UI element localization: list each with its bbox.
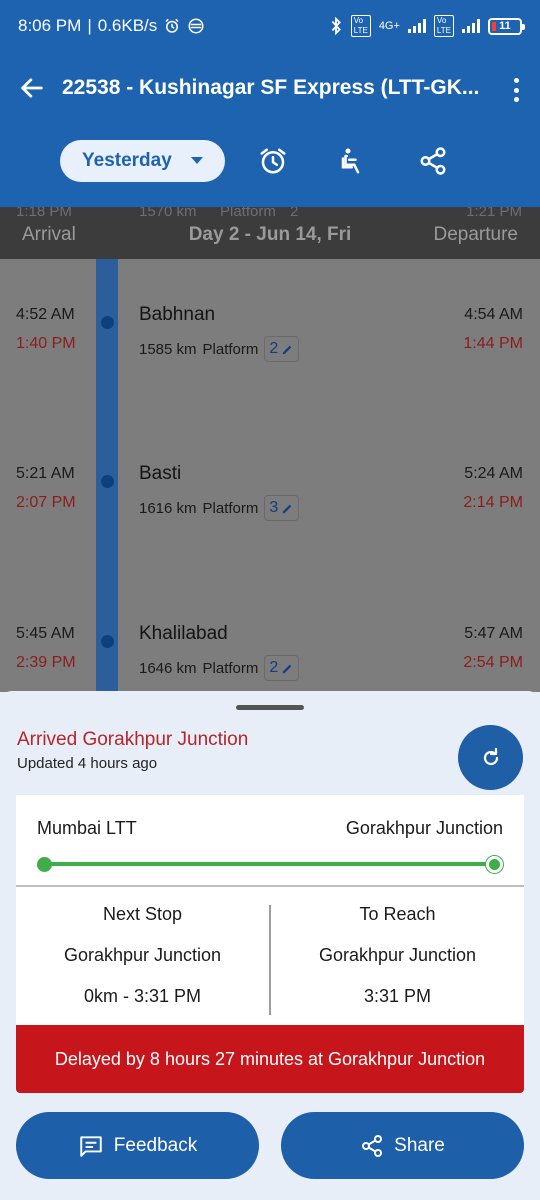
- feedback-button[interactable]: Feedback: [16, 1112, 259, 1179]
- share-label: Share: [394, 1134, 445, 1156]
- more-vert-icon[interactable]: [512, 78, 520, 102]
- network-type: 4G+: [378, 20, 400, 32]
- station-distance: 1616 km: [139, 499, 197, 517]
- volte-badge: Vo LTE: [350, 15, 371, 37]
- station-name: Basti: [139, 463, 182, 484]
- peek-distance: 1570 km: [139, 207, 197, 220]
- origin-station: Mumbai LTT: [37, 818, 137, 838]
- actual-arrival: 2:07 PM: [16, 494, 76, 511]
- station-name: Khalilabad: [139, 623, 228, 644]
- pencil-icon: [282, 345, 292, 354]
- pencil-icon: [282, 504, 292, 513]
- scheduled-departure: 5:47 AM: [464, 625, 523, 642]
- route-timeline: 1:18 PM 1570 km Platform 2 1:21 PM Arriv…: [0, 207, 540, 692]
- scheduled-departure: 5:24 AM: [464, 465, 523, 482]
- station-dot: [101, 635, 114, 648]
- seat-icon[interactable]: [338, 146, 368, 176]
- platform-edit-button[interactable]: 2: [264, 336, 300, 362]
- back-arrow-icon[interactable]: [18, 74, 46, 102]
- station-dot: [101, 316, 114, 329]
- platform-edit-button[interactable]: 2: [264, 655, 300, 681]
- refresh-button[interactable]: [458, 725, 523, 790]
- status-speed: 0.6KB/s: [97, 16, 158, 35]
- platform-number: 3: [269, 499, 279, 516]
- share-icon[interactable]: [418, 146, 448, 176]
- status-bar: 8:06 PM | 0.6KB/s Vo LTE 4G+ Vo LTE 11: [0, 0, 540, 52]
- next-stop-panel: Next Stop Gorakhpur Junction 0km - 3:31 …: [16, 889, 269, 1029]
- station-row[interactable]: 4:52 AM 1:40 PM Babhnan 1585 km Platform…: [0, 304, 540, 376]
- share-icon: [362, 1134, 383, 1157]
- peek-platform-label: Platform: [220, 207, 276, 220]
- scheduled-arrival: 5:45 AM: [16, 625, 75, 642]
- share-button[interactable]: Share: [281, 1112, 524, 1179]
- scheduled-departure: 4:54 AM: [464, 306, 523, 323]
- peek-platform: 2: [290, 207, 299, 220]
- peek-arrival: 1:18 PM: [16, 207, 72, 220]
- day-selector-dropdown[interactable]: Yesterday: [60, 140, 225, 182]
- actual-departure: 2:54 PM: [463, 654, 523, 671]
- last-updated: Updated 4 hours ago: [17, 755, 158, 772]
- station-row[interactable]: 5:21 AM 2:07 PM Basti 1616 km Platform 3…: [0, 463, 540, 535]
- actual-departure: 2:14 PM: [463, 494, 523, 511]
- battery-level: 11: [499, 20, 511, 32]
- progress-bar: [44, 862, 494, 866]
- platform-number: 2: [269, 659, 279, 676]
- next-stop-heading: Next Stop: [102, 904, 183, 924]
- station-distance: 1646 km: [139, 659, 197, 677]
- station-name: Babhnan: [139, 304, 216, 325]
- station-distance: 1585 km: [139, 340, 197, 358]
- pencil-icon: [282, 664, 292, 673]
- actual-arrival: 1:40 PM: [16, 335, 76, 352]
- running-status: Arrived Gorakhpur Junction: [17, 729, 249, 750]
- app-bar: 22538 - Kushinagar SF Express (LTT-GK...…: [0, 52, 540, 207]
- route-progress: Mumbai LTT Gorakhpur Junction: [16, 795, 524, 887]
- delay-banner: Delayed by 8 hours 27 minutes at Gorakhp…: [16, 1025, 524, 1093]
- platform-label: Platform: [202, 659, 259, 677]
- volte-badge-2: Vo LTE: [433, 15, 454, 37]
- to-reach-station: Gorakhpur Junction: [318, 945, 477, 965]
- scheduled-arrival: 5:21 AM: [16, 465, 75, 482]
- platform-number: 2: [269, 340, 279, 357]
- refresh-icon: [483, 747, 498, 765]
- next-stop-detail: 0km - 3:31 PM: [83, 986, 202, 1006]
- bluetooth-icon: [331, 17, 341, 35]
- next-stop-station: Gorakhpur Junction: [63, 945, 222, 965]
- actual-arrival: 2:39 PM: [16, 654, 76, 671]
- timeline-header: 1:18 PM 1570 km Platform 2 1:21 PM Arriv…: [0, 207, 540, 259]
- vpn-status-icon: [188, 18, 204, 34]
- status-card: Mumbai LTT Gorakhpur Junction Next Stop …: [16, 795, 524, 1093]
- day-selector-value: Yesterday: [82, 150, 172, 171]
- platform-label: Platform: [202, 499, 259, 517]
- battery-icon: 11: [488, 17, 525, 35]
- departure-column-label: Departure: [433, 224, 519, 245]
- drag-handle[interactable]: [236, 705, 304, 710]
- feedback-icon: [80, 1135, 102, 1157]
- to-reach-time: 3:31 PM: [363, 986, 432, 1006]
- to-reach-heading: To Reach: [359, 904, 436, 924]
- actual-departure: 1:44 PM: [463, 335, 523, 352]
- live-status-sheet: Arrived Gorakhpur Junction Updated 4 hou…: [0, 691, 540, 1200]
- signal-icon: [407, 19, 426, 33]
- platform-label: Platform: [202, 340, 259, 358]
- feedback-label: Feedback: [113, 1134, 198, 1156]
- to-reach-panel: To Reach Gorakhpur Junction 3:31 PM: [271, 889, 524, 1029]
- station-row[interactable]: 5:45 AM 2:39 PM Khalilabad 1646 km Platf…: [0, 623, 540, 692]
- destination-dot: [486, 856, 503, 873]
- platform-edit-button[interactable]: 3: [264, 495, 300, 521]
- origin-dot: [37, 857, 52, 872]
- alarm-icon[interactable]: [258, 146, 288, 176]
- station-dot: [101, 475, 114, 488]
- scheduled-arrival: 4:52 AM: [16, 306, 75, 323]
- column-divider: [269, 905, 271, 1015]
- status-time: 8:06 PM: [18, 16, 82, 35]
- destination-station: Gorakhpur Junction: [345, 818, 503, 838]
- peek-departure: 1:21 PM: [466, 207, 522, 220]
- caret-down-icon: [191, 157, 203, 164]
- alarm-status-icon: [165, 18, 179, 33]
- signal-icon-2: [462, 19, 480, 33]
- train-title: 22538 - Kushinagar SF Express (LTT-GK...: [62, 76, 480, 99]
